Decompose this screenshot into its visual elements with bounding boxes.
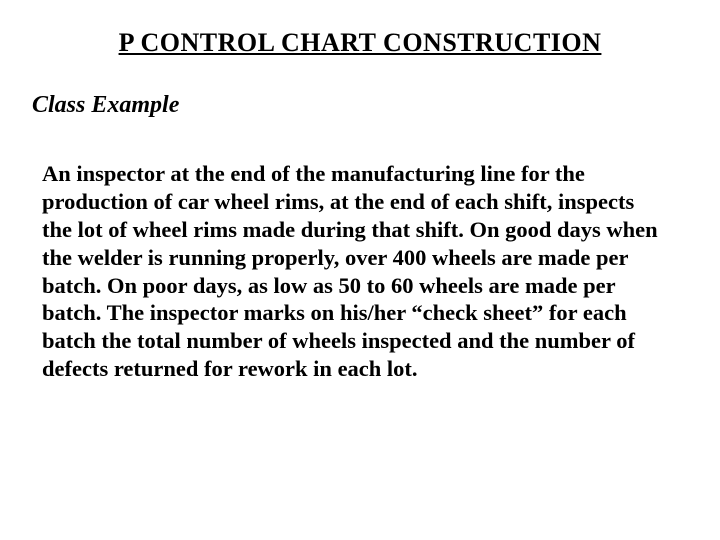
slide-subtitle: Class Example: [32, 92, 179, 119]
slide-title: P CONTROL CHART CONSTRUCTION: [0, 28, 720, 58]
slide: P CONTROL CHART CONSTRUCTION Class Examp…: [0, 0, 720, 540]
body-paragraph: An inspector at the end of the manufactu…: [42, 160, 660, 383]
